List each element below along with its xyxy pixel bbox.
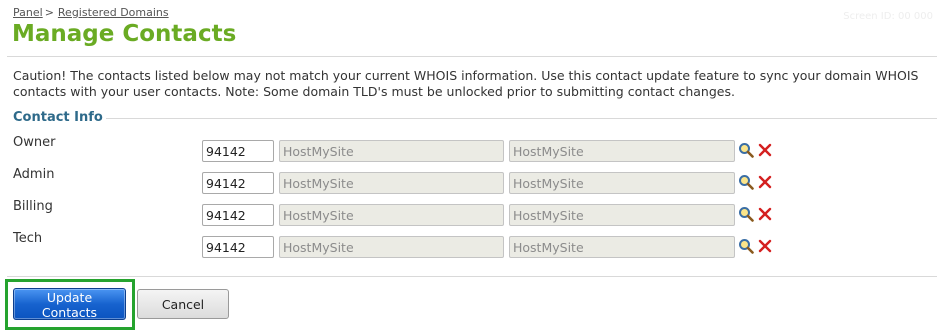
contact-label-owner: Owner <box>13 135 56 150</box>
breadcrumb-registered-domains-link[interactable]: Registered Domains <box>58 6 169 19</box>
admin-delete-icon[interactable] <box>757 174 773 190</box>
breadcrumb-panel-link[interactable]: Panel <box>13 6 43 19</box>
billing-contact-id-input[interactable] <box>202 204 274 226</box>
tech-magnifier-icon[interactable] <box>738 238 754 254</box>
contact-label-admin: Admin <box>13 167 55 182</box>
contact-label-tech: Tech <box>13 231 43 246</box>
contact-row-billing: Billing <box>0 199 937 228</box>
cancel-button[interactable]: Cancel <box>137 289 229 319</box>
admin-contact-id-input[interactable] <box>202 172 274 194</box>
faint-screen-id: Screen ID: 00 000 <box>843 11 933 22</box>
breadcrumb: Panel > Registered Domains <box>13 6 169 19</box>
tech-contact-id-input[interactable] <box>202 236 274 258</box>
owner-delete-icon[interactable] <box>757 142 773 158</box>
owner-contact-id-input[interactable] <box>202 140 274 162</box>
update-contacts-button[interactable]: Update Contacts <box>13 288 126 320</box>
page-title: Manage Contacts <box>12 21 237 47</box>
title-divider <box>7 56 937 57</box>
contact-row-admin: Admin <box>0 167 937 196</box>
breadcrumb-separator: > <box>44 6 54 19</box>
tech-company-field <box>509 236 735 258</box>
owner-magnifier-icon[interactable] <box>738 142 754 158</box>
owner-name-field <box>279 140 504 162</box>
tech-name-field <box>279 236 504 258</box>
billing-name-field <box>279 204 504 226</box>
owner-company-field <box>509 140 735 162</box>
contact-row-owner: Owner <box>0 135 937 164</box>
billing-company-field <box>509 204 735 226</box>
admin-magnifier-icon[interactable] <box>738 174 754 190</box>
admin-company-field <box>509 172 735 194</box>
section-divider <box>106 118 937 119</box>
contact-info-legend: Contact Info <box>13 110 103 125</box>
contact-label-billing: Billing <box>13 199 53 214</box>
admin-name-field <box>279 172 504 194</box>
tech-delete-icon[interactable] <box>757 238 773 254</box>
form-footer-divider <box>7 276 937 277</box>
billing-magnifier-icon[interactable] <box>738 206 754 222</box>
billing-delete-icon[interactable] <box>757 206 773 222</box>
contact-row-tech: Tech <box>0 231 937 260</box>
caution-message: Caution! The contacts listed below may n… <box>13 68 919 99</box>
